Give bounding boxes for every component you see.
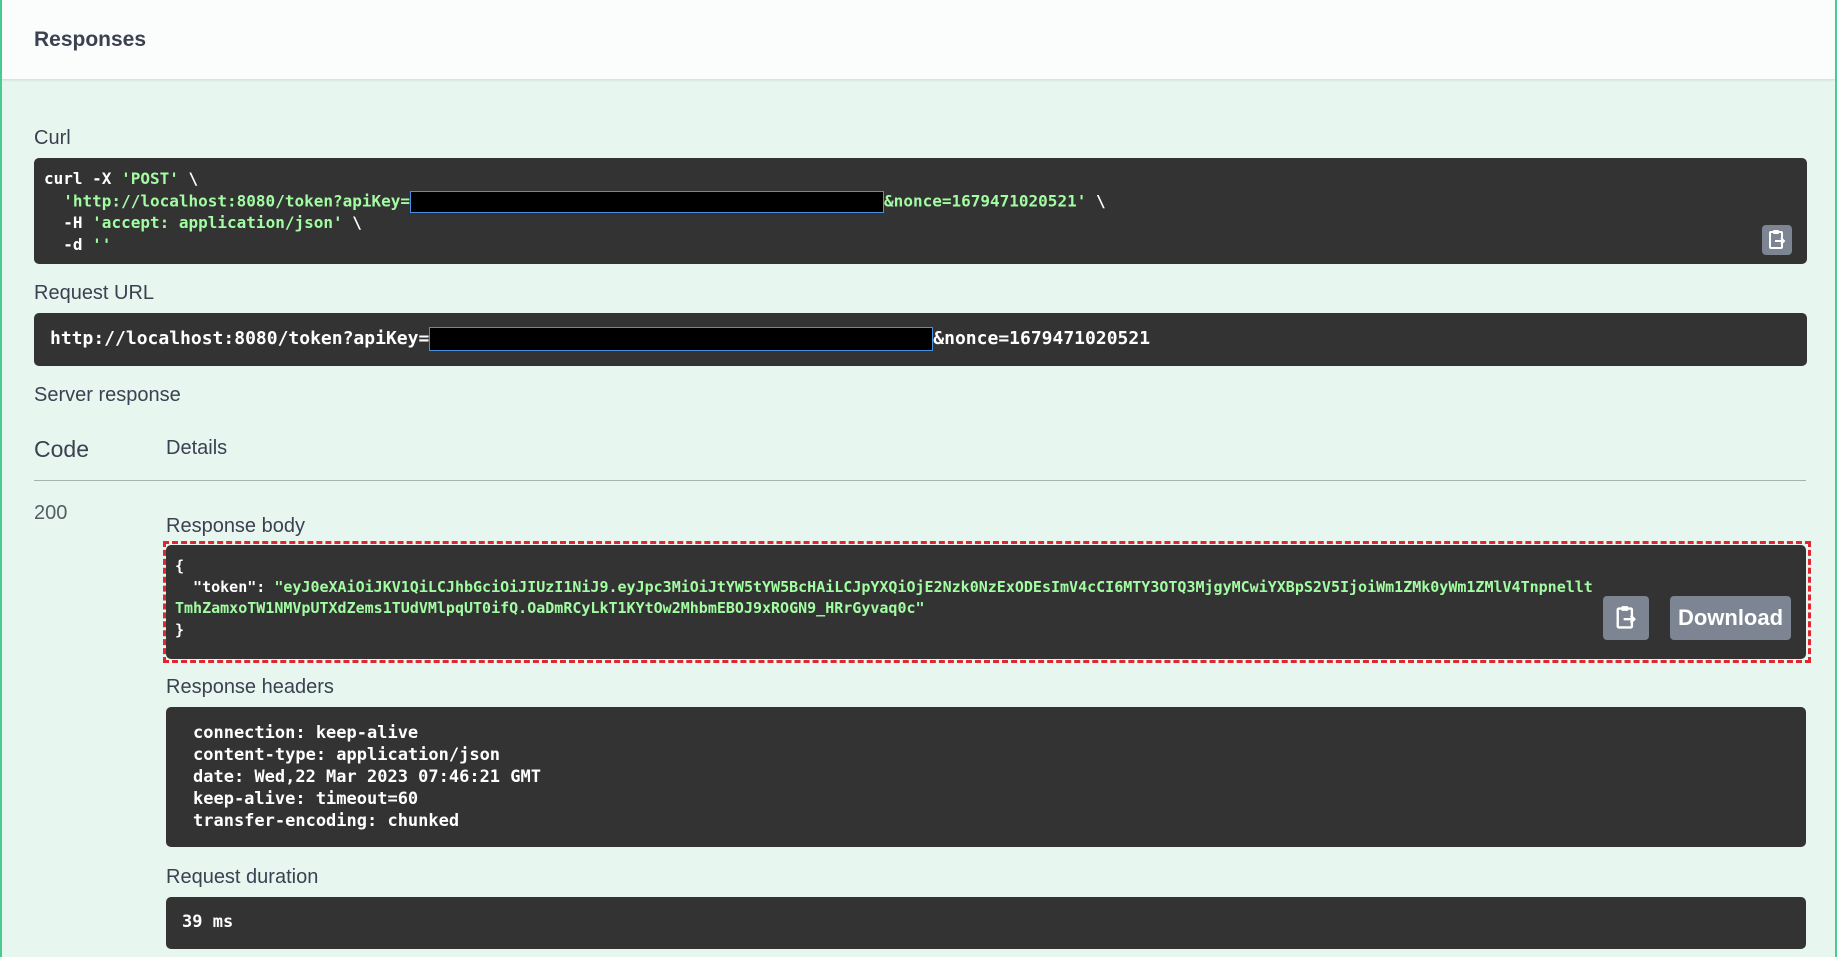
request-url-label: Request URL [34, 282, 155, 304]
table-divider [34, 480, 1806, 481]
curl-line-4: -d '' [44, 235, 111, 254]
curl-label: Curl [34, 127, 71, 149]
response-headers-label: Response headers [166, 676, 334, 698]
responses-header: Responses [2, 0, 1835, 80]
clipboard-copy-icon [1769, 230, 1786, 249]
server-response-label: Server response [34, 384, 181, 406]
curl-code-block[interactable]: curl -X 'POST' \ 'http://localhost:8080/… [34, 158, 1807, 264]
response-code: 200 [34, 502, 68, 524]
curl-line-3: -H 'accept: application/json' \ [44, 213, 362, 232]
header-line: date: Wed,22 Mar 2023 07:46:21 GMT [193, 767, 541, 787]
curl-continuation: \ [1086, 191, 1106, 211]
request-url-suffix: &nonce=1679471020521 [933, 328, 1151, 349]
curl-continuation: \ [342, 213, 362, 232]
curl-line-1: curl -X 'POST' \ [44, 169, 198, 188]
curl-continuation: \ [178, 169, 199, 188]
highlight-annotation [163, 541, 1811, 663]
request-url-prefix: http://localhost:8080/token?apiKey= [50, 328, 430, 349]
responses-title: Responses [34, 28, 147, 51]
curl-line-2: 'http://localhost:8080/token?apiKey= &non… [44, 191, 1106, 213]
redacted-api-key [429, 327, 934, 351]
redacted-api-key [410, 191, 885, 213]
curl-url-suffix: &nonce=1679471020521' [884, 191, 1087, 211]
header-line: content-type: application/json [193, 745, 501, 765]
request-duration-block[interactable]: 39 ms [166, 897, 1806, 949]
details-column-header: Details [166, 437, 228, 459]
curl-flag: -H [44, 213, 93, 232]
request-url-block[interactable]: http://localhost:8080/token?apiKey= &nonc… [34, 313, 1807, 366]
responses-section: Responses Curl curl -X 'POST' \ 'http://… [0, 0, 1837, 957]
response-headers-block[interactable]: connection: keep-alive content-type: app… [166, 707, 1806, 847]
request-url-text: http://localhost:8080/token?apiKey= &nonc… [50, 327, 1150, 351]
header-line: transfer-encoding: chunked [193, 811, 460, 831]
request-duration-label: Request duration [166, 866, 319, 888]
header-line: connection: keep-alive [193, 723, 419, 743]
response-body-label: Response body [166, 515, 305, 537]
request-duration-value: 39 ms [182, 912, 234, 932]
curl-data-value: '' [92, 235, 112, 254]
curl-command: curl -X [44, 169, 122, 188]
code-column-header: Code [34, 436, 89, 462]
curl-header-value: 'accept: application/json' [92, 213, 343, 232]
header-line: keep-alive: timeout=60 [193, 789, 419, 809]
curl-flag: -d [44, 235, 93, 254]
curl-url-prefix: 'http://localhost:8080/token?apiKey= [44, 191, 411, 211]
curl-copy-button[interactable] [1762, 225, 1792, 255]
curl-method: 'POST' [121, 169, 179, 188]
